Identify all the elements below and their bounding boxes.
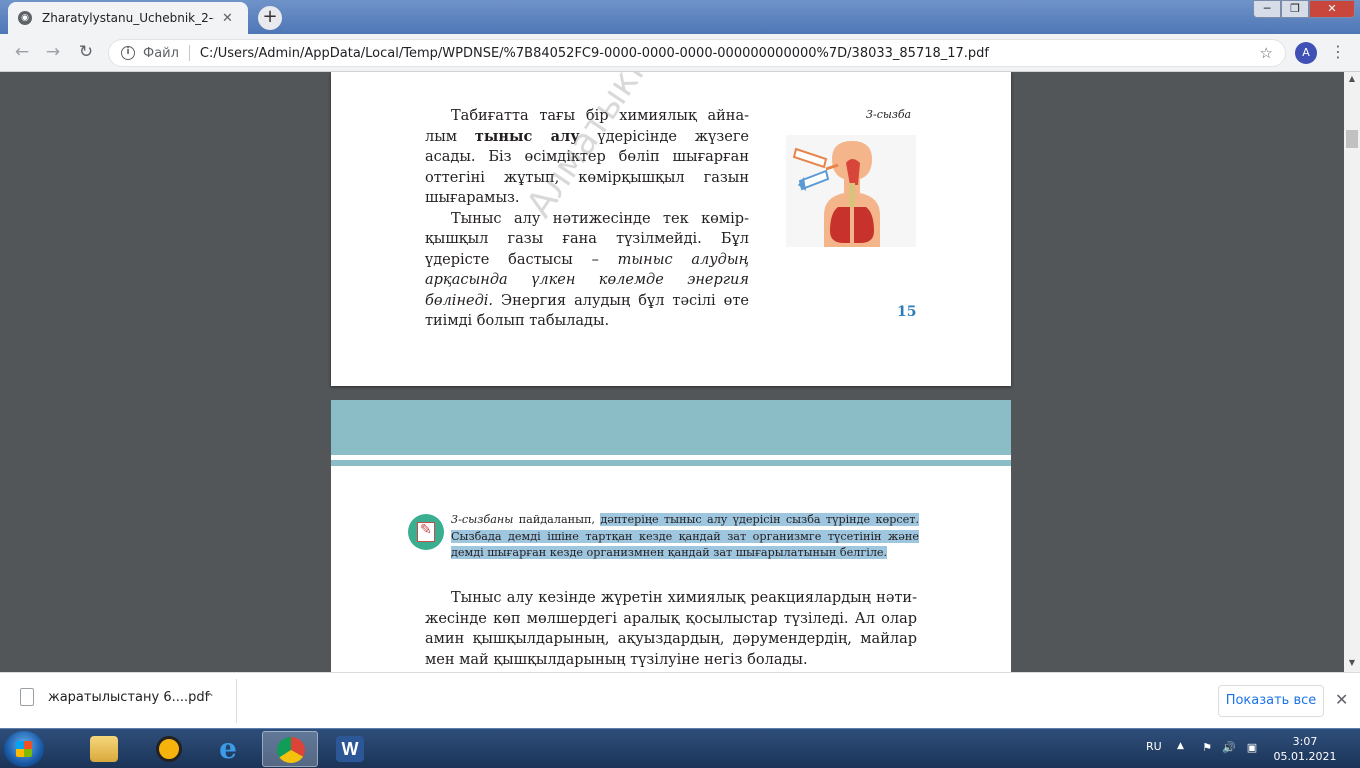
- page-header-band: [331, 400, 1011, 455]
- taskbar-explorer[interactable]: [76, 731, 132, 767]
- pdf-page-16: ✎ 3-сызбаны пайдаланып, дәптеріңе тыныс …: [331, 400, 1011, 672]
- action-center-flag-icon[interactable]: ⚑: [1200, 741, 1214, 755]
- tab-close-icon[interactable]: ✕: [222, 11, 233, 26]
- maximize-window-button[interactable]: ❐: [1281, 0, 1309, 18]
- download-divider: [236, 679, 237, 723]
- chevron-up-icon[interactable]: ⌃: [205, 691, 215, 705]
- browser-toolbar: ← → ↻ i Файл C:/Users/Admin/AppData/Loca…: [0, 34, 1360, 72]
- show-all-downloads-button[interactable]: Показать все: [1218, 685, 1324, 717]
- pdf-page-15: Табиғатта тағы бір химиялық айна­лым тын…: [331, 72, 1011, 386]
- forward-arrow-icon[interactable]: →: [42, 42, 64, 64]
- respiratory-illustration: [792, 141, 880, 247]
- page-header-stripe: [331, 460, 1011, 466]
- page1-paragraph-2: Тыныс алу нәтижесінде тек көмір­қышқыл г…: [425, 210, 749, 330]
- globe-icon: ◉: [18, 11, 32, 25]
- volume-icon[interactable]: 🔊: [1222, 741, 1236, 755]
- page2-body: Тыныс алу кезінде жүретін химиялық реакц…: [425, 588, 917, 670]
- windows-logo-icon: [16, 741, 32, 757]
- browser-title-bar: ◉ Zharatylystanu_Uchebnik_2-ch_6 ✕ + ─ ❐…: [0, 0, 1360, 34]
- close-download-bar-icon[interactable]: ✕: [1335, 690, 1348, 709]
- new-tab-button[interactable]: +: [258, 6, 282, 30]
- download-file-name[interactable]: жаратылыстану 6....pdf: [48, 690, 209, 705]
- tab-title: Zharatylystanu_Uchebnik_2-ch_6: [42, 11, 214, 25]
- browser-tab[interactable]: ◉ Zharatylystanu_Uchebnik_2-ch_6 ✕: [8, 2, 248, 34]
- back-arrow-icon[interactable]: ←: [11, 42, 33, 64]
- profile-avatar[interactable]: A: [1295, 42, 1317, 64]
- menu-kebab-icon[interactable]: ⋮: [1330, 42, 1346, 61]
- task-instruction: 3-сызбаны пайдаланып, дәптеріңе тыныс ал…: [451, 513, 919, 559]
- bookmark-star-icon[interactable]: ☆: [1260, 44, 1273, 62]
- notebook-task-icon: ✎: [408, 514, 444, 550]
- start-button[interactable]: [4, 731, 44, 767]
- clock-time: 3:07: [1292, 735, 1318, 748]
- vertical-scrollbar[interactable]: ▲ ▼: [1344, 72, 1360, 672]
- scrollbar-thumb[interactable]: [1346, 130, 1358, 148]
- page2-paragraph: Тыныс алу кезінде жүретін химиялық реакц…: [425, 590, 917, 668]
- triangle-app-icon: [156, 736, 182, 762]
- windows-taskbar: e W RU ▲ ⚑ 🔊 ▣ 3:07 05.01.2021: [0, 728, 1360, 768]
- system-clock[interactable]: 3:07 05.01.2021: [1270, 734, 1340, 764]
- figure-caption: 3-сызба: [866, 108, 912, 121]
- network-icon[interactable]: ▣: [1245, 741, 1259, 755]
- chrome-icon: [277, 737, 305, 763]
- close-window-button[interactable]: ✕: [1309, 0, 1355, 18]
- address-separator: [188, 45, 190, 61]
- word-icon: W: [336, 736, 364, 762]
- download-bar: жаратылыстану 6....pdf ⌃ Показать все ✕: [0, 672, 1360, 728]
- tray-expand-icon[interactable]: ▲: [1177, 741, 1184, 751]
- respiratory-system-figure: [786, 135, 916, 247]
- download-item[interactable]: жаратылыстану 6....pdf: [20, 688, 209, 706]
- language-indicator[interactable]: RU: [1146, 740, 1162, 753]
- file-icon: [20, 688, 34, 706]
- reload-icon[interactable]: ↻: [75, 42, 97, 64]
- scroll-up-arrow-icon[interactable]: ▲: [1344, 72, 1360, 86]
- minimize-window-button[interactable]: ─: [1253, 0, 1281, 18]
- scheme-label: Файл: [143, 45, 179, 61]
- scroll-down-arrow-icon[interactable]: ▼: [1344, 656, 1360, 670]
- taskbar-app-triangle[interactable]: [140, 731, 196, 767]
- folder-icon: [90, 736, 118, 762]
- address-bar[interactable]: i Файл C:/Users/Admin/AppData/Local/Temp…: [108, 39, 1286, 67]
- info-icon[interactable]: i: [121, 46, 135, 60]
- url-text[interactable]: C:/Users/Admin/AppData/Local/Temp/WPDNSE…: [200, 46, 989, 61]
- page-number: 15: [897, 304, 917, 320]
- taskbar-word[interactable]: W: [322, 731, 378, 767]
- taskbar-chrome[interactable]: [262, 731, 318, 767]
- taskbar-internet-explorer[interactable]: e: [200, 731, 256, 767]
- pdf-viewer[interactable]: Табиғатта тағы бір химиялық айна­лым тын…: [0, 72, 1344, 672]
- clock-date: 05.01.2021: [1273, 750, 1337, 763]
- internet-explorer-icon: e: [219, 732, 237, 765]
